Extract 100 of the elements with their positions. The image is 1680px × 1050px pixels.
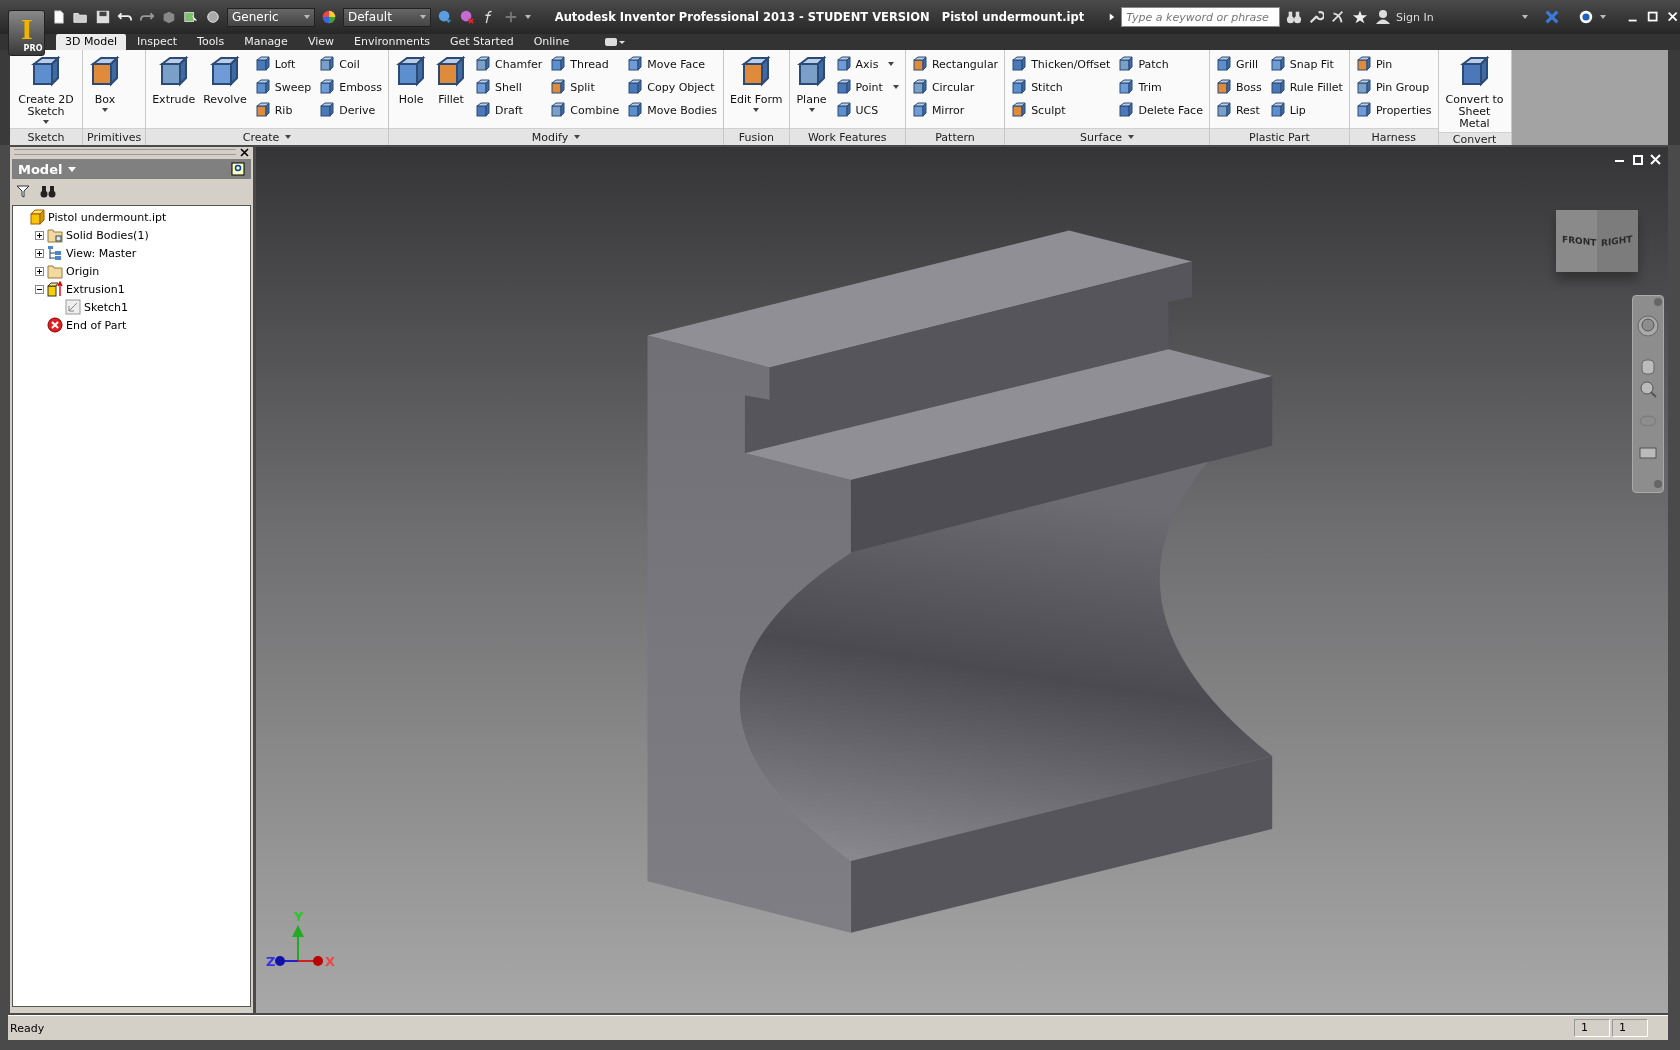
customize-caret-icon[interactable] <box>524 15 531 19</box>
ribbon-button[interactable]: Sweep <box>252 77 314 97</box>
help-caret-icon[interactable] <box>1599 15 1606 19</box>
ribbon-button[interactable]: Stitch <box>1009 77 1113 97</box>
tree-item[interactable]: Pistol undermount.ipt <box>48 210 167 224</box>
ribbon-button[interactable]: Move Bodies <box>625 100 720 120</box>
ribbon-button[interactable]: Pin Group <box>1353 77 1434 97</box>
tree-item[interactable]: Sketch1 <box>84 300 129 314</box>
panel-title[interactable]: Surface <box>1005 128 1209 145</box>
ribbon-button[interactable]: Convert to Sheet Metal <box>1442 54 1507 132</box>
panel-title[interactable]: Modify <box>389 128 724 145</box>
ribbon-button[interactable]: UCS <box>833 100 901 120</box>
ribbon-button[interactable]: Hole <box>393 54 430 128</box>
ribbon-button[interactable]: Loft <box>252 54 314 74</box>
panel-title[interactable]: Sketch <box>10 128 82 145</box>
panel-title[interactable]: Fusion <box>724 128 789 145</box>
restore-icon[interactable] <box>1632 153 1644 167</box>
panel-toggle-icon[interactable] <box>604 36 627 48</box>
ribbon-tab[interactable]: Manage <box>235 34 297 50</box>
material-sphere-icon[interactable] <box>205 9 222 25</box>
maximize-icon[interactable] <box>1645 10 1660 24</box>
ribbon-button[interactable]: Thread <box>548 54 622 74</box>
ribbon-button[interactable]: Fillet <box>433 54 470 128</box>
exchange-x-icon[interactable] <box>1543 9 1560 25</box>
ribbon-tab[interactable]: 3D Model <box>56 34 126 50</box>
appearance-dropdown[interactable]: Default <box>343 7 431 27</box>
ribbon-button[interactable]: Shell <box>473 77 545 97</box>
ribbon-button[interactable]: Rectangular <box>909 54 1001 74</box>
view-cube[interactable]: FRONT RIGHT <box>1556 210 1638 272</box>
ribbon-tab[interactable]: Tools <box>188 34 234 50</box>
tree-item[interactable]: Solid Bodies(1) <box>66 228 149 242</box>
ribbon-button[interactable]: Pin <box>1353 54 1434 74</box>
ribbon-button[interactable]: Delete Face <box>1116 100 1205 120</box>
ribbon-button[interactable]: Lip <box>1267 100 1345 120</box>
ribbon-tab[interactable]: Get Started <box>440 34 523 50</box>
save-icon[interactable] <box>95 9 112 25</box>
ribbon-button[interactable]: Circular <box>909 77 1001 97</box>
star-icon[interactable] <box>1352 9 1368 25</box>
binoculars-icon[interactable] <box>40 184 56 198</box>
tree-item[interactable]: Origin <box>66 264 100 278</box>
ribbon-button[interactable]: Grill <box>1213 54 1264 74</box>
expander[interactable] <box>35 230 44 240</box>
ribbon-button[interactable]: Chamfer <box>473 54 545 74</box>
panel-title[interactable]: Plastic Part <box>1209 128 1349 145</box>
expander[interactable] <box>35 266 44 276</box>
ribbon-button[interactable]: Box <box>87 54 123 128</box>
sign-in-link[interactable]: Sign In <box>1373 9 1434 25</box>
ribbon-button[interactable]: Derive <box>317 100 385 120</box>
tree-item[interactable]: End of Part <box>66 318 127 332</box>
ribbon-button[interactable]: Coil <box>317 54 385 74</box>
select-icon[interactable] <box>183 9 200 25</box>
panel-title[interactable]: Create <box>146 128 389 145</box>
binoculars-icon[interactable] <box>1286 9 1303 25</box>
ribbon-tab[interactable]: Inspect <box>128 34 187 50</box>
tree-item[interactable]: Extrusion1 <box>66 282 125 296</box>
panel-title[interactable]: Harness <box>1349 128 1438 145</box>
adjust-appearance-icon[interactable] <box>436 9 453 25</box>
application-menu-button[interactable]: I PRO <box>8 10 46 56</box>
material-dropdown[interactable]: Generic <box>227 7 316 27</box>
ribbon-button[interactable]: Revolve <box>201 54 249 128</box>
ribbon-button[interactable]: Rest <box>1213 100 1264 120</box>
ribbon-button[interactable]: Split <box>548 77 622 97</box>
ribbon-button[interactable]: Rib <box>252 100 314 120</box>
panel-title[interactable]: Primitives <box>83 128 146 145</box>
ribbon-button[interactable]: Draft <box>473 100 545 120</box>
panel-title[interactable]: Pattern <box>905 128 1005 145</box>
ribbon-button[interactable]: Emboss <box>317 77 385 97</box>
ribbon-button[interactable]: Combine <box>548 100 622 120</box>
expander[interactable] <box>35 284 44 294</box>
ribbon-button[interactable]: Mirror <box>909 100 1001 120</box>
ribbon-button[interactable]: Extrude <box>150 54 198 128</box>
ribbon-button[interactable]: Thicken/Offset <box>1009 54 1113 74</box>
ribbon-button[interactable]: Move Face <box>625 54 720 74</box>
ribbon-button[interactable]: Create 2D Sketch <box>14 54 78 128</box>
color-wheel-icon[interactable] <box>321 9 337 25</box>
ribbon-button[interactable]: Axis <box>833 54 901 74</box>
clear-appearance-icon[interactable] <box>458 9 475 25</box>
panel-title[interactable]: Work Features <box>789 128 905 145</box>
ribbon-button[interactable]: Boss <box>1213 77 1264 97</box>
ribbon-button[interactable]: Plane <box>793 54 830 128</box>
ribbon-button[interactable]: Properties <box>1353 100 1434 120</box>
ribbon-button[interactable]: Rule Fillet <box>1267 77 1345 97</box>
sign-in-caret-icon[interactable] <box>1521 15 1528 19</box>
panel-title[interactable]: Convert <box>1438 132 1511 146</box>
ribbon-button[interactable]: Snap Fit <box>1267 54 1345 74</box>
filter-icon[interactable] <box>16 184 30 198</box>
zoom-icon[interactable] <box>1640 381 1657 398</box>
ribbon-button[interactable]: Copy Object <box>625 77 720 97</box>
ribbon-tab[interactable]: Online <box>524 34 579 50</box>
ribbon-tab[interactable]: Environments <box>345 34 439 50</box>
ribbon-button[interactable]: Edit Form <box>728 54 785 128</box>
search-field[interactable]: Type a keyword or phrase <box>1121 7 1281 27</box>
ribbon-button[interactable]: Trim <box>1116 77 1205 97</box>
ribbon-button[interactable]: Sculpt <box>1009 100 1113 120</box>
browser-title[interactable]: Model <box>18 161 77 177</box>
ribbon-button[interactable]: Patch <box>1116 54 1205 74</box>
expander[interactable] <box>35 248 44 258</box>
ribbon-tab[interactable]: View <box>298 34 343 50</box>
tree-item[interactable]: View: Master <box>66 246 137 260</box>
ribbon-button[interactable]: Point <box>833 77 901 97</box>
